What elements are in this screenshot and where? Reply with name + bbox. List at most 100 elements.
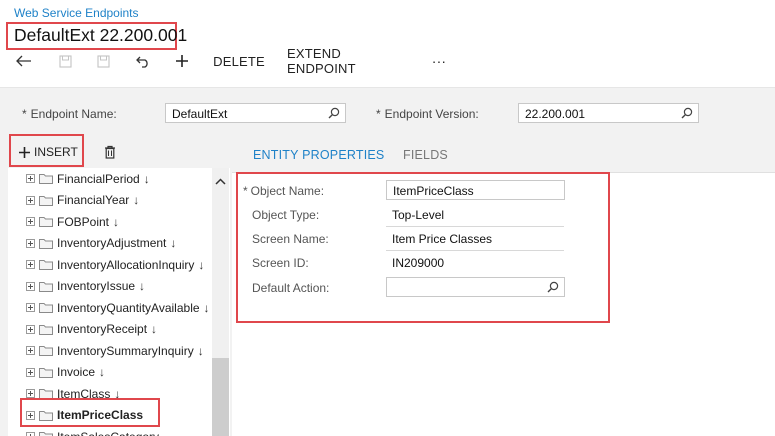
screen-name-value: Item Price Classes xyxy=(392,232,493,246)
page-title: DefaultExt 22.200.001 xyxy=(14,25,188,45)
object-name-label: * Object Name: xyxy=(243,184,325,198)
endpoint-version-value: 22.200.001 xyxy=(525,107,586,121)
endpoint-name-label: * Endpoint Name: xyxy=(22,107,117,121)
tree-item[interactable]: InventoryReceipt ↓ xyxy=(8,319,157,340)
expand-icon[interactable] xyxy=(26,260,35,269)
selected-item-highlight-box xyxy=(20,398,160,427)
expand-icon[interactable] xyxy=(26,195,35,205)
expand-icon[interactable] xyxy=(26,346,35,355)
tree-item[interactable]: Invoice ↓ xyxy=(8,362,105,383)
plus-icon xyxy=(176,55,188,67)
scroll-up-icon[interactable] xyxy=(215,172,226,190)
plus-icon xyxy=(19,146,30,158)
tab-fields[interactable]: FIELDS xyxy=(403,148,448,162)
expand-icon[interactable] xyxy=(26,432,35,436)
expand-icon[interactable] xyxy=(26,389,35,398)
tree-item-label: InventoryIssue xyxy=(57,279,136,293)
expand-icon[interactable] xyxy=(26,217,35,226)
sort-arrow-icon: ↓ xyxy=(143,171,150,186)
toolbar: DELETE EXTEND ENDPOINT ··· xyxy=(0,46,775,76)
tree-item-label: InventoryQuantityAvailable xyxy=(57,300,200,315)
sort-arrow-icon: ↓ xyxy=(151,322,158,336)
expand-icon[interactable] xyxy=(26,238,35,248)
expand-icon[interactable] xyxy=(26,324,35,334)
screen-id-label: Screen ID: xyxy=(252,256,309,270)
insert-button[interactable]: INSERT xyxy=(18,145,78,159)
tree-item[interactable]: InventoryAdjustment ↓ xyxy=(8,233,176,254)
extend-endpoint-button[interactable]: EXTEND ENDPOINT xyxy=(287,46,410,76)
tree-item-label: InventoryAdjustment xyxy=(57,236,167,250)
insert-label: INSERT xyxy=(34,145,78,159)
folder-icon xyxy=(39,195,53,206)
more-button[interactable]: ··· xyxy=(428,50,450,72)
sort-arrow-icon: ↓ xyxy=(170,236,177,250)
tree-item[interactable]: FinancialYear ↓ xyxy=(8,190,139,211)
expand-icon[interactable] xyxy=(26,367,35,377)
tree-item[interactable]: InventorySummaryInquiry ↓ xyxy=(8,340,204,361)
divider xyxy=(386,226,564,227)
undo-arrow-icon xyxy=(135,56,148,68)
search-icon[interactable] xyxy=(328,107,340,122)
search-icon[interactable] xyxy=(681,107,693,122)
folder-icon xyxy=(39,432,53,436)
object-name-field[interactable]: ItemPriceClass xyxy=(386,180,565,200)
tree-item[interactable]: FinancialPeriod ↓ xyxy=(8,168,150,189)
save-close-button[interactable] xyxy=(93,50,113,72)
object-type-label: Object Type: xyxy=(252,208,320,222)
folder-icon xyxy=(39,367,53,378)
tree-item-label: InventoryAllocationInquiry xyxy=(57,257,195,272)
tree-item-label: FinancialPeriod xyxy=(57,171,140,186)
delete-button[interactable]: DELETE xyxy=(212,50,266,72)
folder-icon xyxy=(39,174,53,184)
sort-arrow-icon: ↓ xyxy=(113,214,120,229)
tree-item[interactable]: InventoryIssue ↓ xyxy=(8,276,145,297)
tree-item-label: FinancialYear xyxy=(57,193,130,207)
save-icon xyxy=(58,54,72,68)
delete-row-button[interactable] xyxy=(104,145,116,164)
tree-item-label: FOBPoint xyxy=(57,214,110,229)
expand-icon[interactable] xyxy=(26,303,35,312)
endpoint-name-value: DefaultExt xyxy=(172,107,228,121)
sort-arrow-icon: ↓ xyxy=(99,365,106,379)
back-arrow-icon xyxy=(16,55,31,67)
breadcrumb[interactable]: Web Service Endpoints xyxy=(14,6,139,20)
screen-id-value: IN209000 xyxy=(392,256,445,270)
entity-tree: FinancialPeriod ↓ FinancialYear ↓ FOBPoint ↓ I… xyxy=(8,168,230,436)
tree-item[interactable]: InventoryQuantityAvailable ↓ xyxy=(8,297,210,318)
sort-arrow-icon: ↓ xyxy=(198,257,205,272)
sort-arrow-icon: ↓ xyxy=(133,193,140,207)
object-name-value: ItemPriceClass xyxy=(393,184,474,198)
endpoint-name-field[interactable]: DefaultExt xyxy=(165,103,346,123)
add-button[interactable] xyxy=(172,50,192,72)
expand-icon[interactable] xyxy=(26,281,35,291)
divider xyxy=(386,250,564,251)
tab-entity-properties[interactable]: ENTITY PROPERTIES xyxy=(253,148,384,162)
folder-icon xyxy=(39,346,53,356)
default-action-label: Default Action: xyxy=(252,281,330,295)
save-button[interactable] xyxy=(55,50,75,72)
folder-icon xyxy=(39,238,53,249)
default-action-field[interactable] xyxy=(386,277,565,297)
expand-icon[interactable] xyxy=(26,174,35,183)
tree-item[interactable]: FOBPoint ↓ xyxy=(8,211,119,232)
sort-arrow-icon: ↓ xyxy=(197,343,204,358)
endpoint-version-field[interactable]: 22.200.001 xyxy=(518,103,699,123)
object-type-value: Top-Level xyxy=(392,208,445,222)
tree-item-label: InventorySummaryInquiry xyxy=(57,343,194,358)
tree-scrollbar-thumb[interactable] xyxy=(212,358,229,436)
tree-item[interactable]: InventoryAllocationInquiry ↓ xyxy=(8,254,204,275)
tree-item-label: Invoice xyxy=(57,365,96,379)
trash-icon xyxy=(105,145,115,159)
screen-name-label: Screen Name: xyxy=(252,232,329,246)
sort-arrow-icon: ↓ xyxy=(139,279,146,293)
sort-arrow-icon: ↓ xyxy=(203,300,210,315)
folder-icon xyxy=(39,281,53,292)
folder-icon xyxy=(39,217,53,227)
tree-item[interactable]: ItemSalesCategory xyxy=(8,426,159,436)
search-icon[interactable] xyxy=(547,281,559,296)
tree-item-label: ItemSalesCategory xyxy=(57,430,159,436)
save-close-icon xyxy=(96,54,110,68)
undo-button[interactable] xyxy=(133,50,153,72)
back-button[interactable] xyxy=(14,50,34,72)
folder-icon xyxy=(39,324,53,335)
